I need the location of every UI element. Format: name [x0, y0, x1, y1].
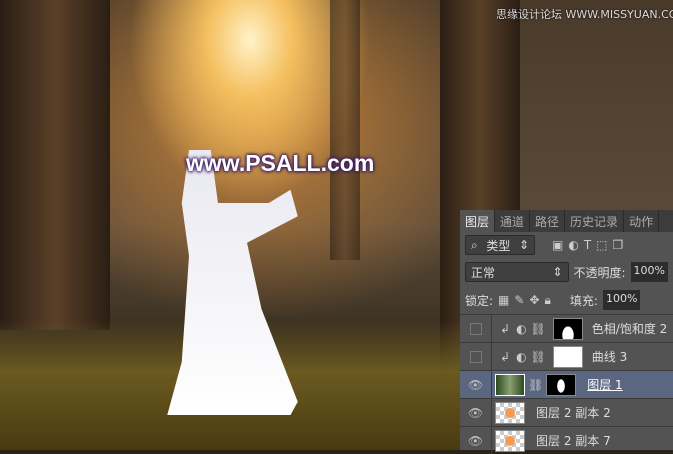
layer-row-curves[interactable]: ↲ ◐ ⛓ 曲线 3 — [460, 342, 673, 370]
watermark-missyuan: 思缘设计论坛 WWW.MISSYUAN.COM — [496, 8, 673, 21]
lock-position-icon[interactable]: ✥ — [529, 293, 539, 307]
opacity-input[interactable]: 100% — [630, 262, 668, 282]
type-filter-icon[interactable]: T — [584, 238, 591, 252]
layer-name[interactable]: 图层 2 副本 7 — [536, 432, 611, 449]
eye-icon[interactable]: 👁︎ — [460, 371, 492, 398]
layer-name[interactable]: 色相/饱和度 2 — [592, 320, 668, 337]
woman-figure — [167, 150, 298, 415]
tree-trunk — [330, 0, 360, 260]
visibility-toggle[interactable] — [469, 350, 482, 363]
fill-label: 填充: — [569, 293, 598, 308]
updown-icon: ⇕ — [518, 238, 529, 252]
link-icon: ⛓ — [530, 349, 546, 364]
layer-mask-thumbnail[interactable] — [552, 317, 583, 340]
layer-row-layer1[interactable]: 👁︎ ⛓ 图层 1 — [460, 370, 673, 398]
layers-panel: 图层 通道 路径 历史记录 动作 ⌕ 类型 ⇕ ▣ ◐ T ⬚ ❐ 正常 ⇕ 不透明度… — [460, 210, 673, 454]
lock-all-icon[interactable]: 🔒︎ — [545, 293, 551, 308]
search-icon: ⌕ — [471, 237, 478, 252]
link-icon: ⛓ — [528, 377, 544, 392]
tab-paths[interactable]: 路径 — [530, 210, 566, 232]
adjustment-filter-icon[interactable]: ◐ — [568, 238, 578, 252]
image-filter-icon[interactable]: ▣ — [552, 238, 563, 252]
lock-transparent-icon[interactable]: ▦ — [498, 293, 509, 307]
layer-thumbnail[interactable] — [495, 401, 525, 424]
link-icon: ⛓ — [530, 321, 546, 336]
layer-row-hue-saturation[interactable]: ↲ ◐ ⛓ 色相/饱和度 2 — [460, 314, 673, 342]
blend-row: 正常 ⇕ 不透明度: 100% — [460, 258, 673, 286]
smart-object-filter-icon[interactable]: ❐ — [613, 238, 624, 252]
layer-name[interactable]: 曲线 3 — [592, 348, 627, 365]
panel-tabs: 图层 通道 路径 历史记录 动作 — [460, 210, 673, 232]
layer-thumbnail[interactable] — [495, 429, 525, 452]
fill-input[interactable]: 100% — [602, 290, 641, 310]
layer-name[interactable]: 图层 1 — [587, 376, 622, 393]
opacity-label: 不透明度: — [573, 265, 626, 280]
adjustment-icon: ◐ — [516, 321, 527, 336]
visibility-toggle[interactable] — [469, 322, 482, 335]
filter-row: ⌕ 类型 ⇕ ▣ ◐ T ⬚ ❐ — [460, 232, 673, 258]
lock-brush-icon[interactable]: ✎ — [514, 293, 524, 307]
tab-actions[interactable]: 动作 — [624, 210, 660, 232]
adjustment-icon: ◐ — [516, 349, 527, 364]
tab-history[interactable]: 历史记录 — [565, 210, 625, 232]
blend-mode-select[interactable]: 正常 ⇕ — [465, 262, 569, 282]
layer-row-layer2-copy2[interactable]: 👁︎ 图层 2 副本 2 — [460, 398, 673, 426]
watermark-psall: www.PSALL.com — [186, 150, 375, 176]
layer-name[interactable]: 图层 2 副本 2 — [536, 404, 611, 421]
lock-row: 锁定: ▦ ✎ ✥ 🔒︎ 填充: 100% — [460, 286, 673, 314]
layer-mask-thumbnail[interactable] — [546, 373, 577, 396]
shape-filter-icon[interactable]: ⬚ — [596, 238, 607, 252]
layer-thumbnail[interactable] — [495, 373, 525, 396]
tab-channels[interactable]: 通道 — [495, 210, 531, 232]
tree-trunk — [0, 0, 110, 330]
updown-icon: ⇕ — [552, 265, 563, 279]
clip-arrow-icon: ↲ — [500, 321, 511, 336]
filter-type-select[interactable]: ⌕ 类型 ⇕ — [465, 235, 535, 255]
lock-label: 锁定: — [465, 293, 494, 308]
clip-arrow-icon: ↲ — [500, 349, 511, 364]
layer-mask-thumbnail[interactable] — [552, 345, 583, 368]
tab-layers[interactable]: 图层 — [460, 210, 496, 232]
eye-icon[interactable]: 👁︎ — [460, 399, 492, 426]
